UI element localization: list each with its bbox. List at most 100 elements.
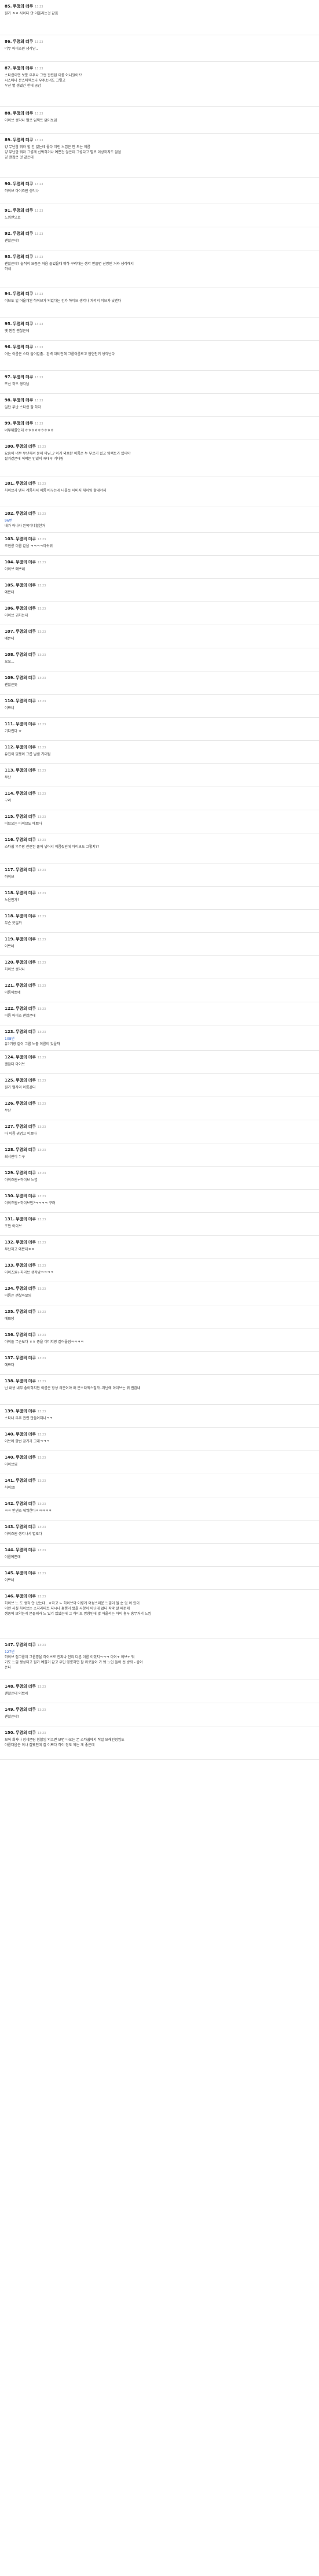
comment-item: 115. 무명의 더쿠 13:23 이브오는 아이브도 예쁘다	[0, 810, 319, 833]
comment-number[interactable]: 115.	[5, 814, 14, 819]
comment-text-line: 무난	[5, 1109, 12, 1113]
comment-number[interactable]: 143.	[5, 1525, 14, 1529]
comment-number[interactable]: 148.	[5, 1684, 14, 1689]
comment-number[interactable]: 114.	[5, 791, 14, 796]
comment-number[interactable]: 138.	[5, 1379, 14, 1383]
comment-author: 무명의 더쿠	[16, 1571, 36, 1575]
comment-number[interactable]: 102.	[5, 511, 14, 516]
comment-number[interactable]: 131.	[5, 1217, 14, 1221]
comment-number[interactable]: 103.	[5, 537, 14, 541]
comment-number[interactable]: 150.	[5, 1730, 14, 1735]
comment-number[interactable]: 97.	[5, 375, 12, 379]
comment-number[interactable]: 128.	[5, 1147, 14, 1152]
comment-number[interactable]: 116.	[5, 837, 14, 842]
comment-item: 106. 무명의 더쿠 13:23 아이브 귀하는데	[0, 602, 319, 625]
comment-text-line: 이름은 괜찮아보임	[5, 1294, 32, 1298]
comment-item: 118. 무명의 더쿠 13:23 노윤인가?	[0, 887, 319, 910]
comment-number[interactable]: 137.	[5, 1356, 14, 1360]
comment-number[interactable]: 127.	[5, 1124, 14, 1129]
comment-number[interactable]: 107.	[5, 629, 14, 634]
comment-number[interactable]: 122.	[5, 1006, 14, 1011]
comment-number[interactable]: 85.	[5, 4, 12, 9]
comment-number[interactable]: 135.	[5, 1309, 14, 1314]
comment-author: 무명의 더쿠	[16, 1029, 36, 1034]
comment-number[interactable]: 124.	[5, 1055, 14, 1060]
comment-number[interactable]: 147.	[5, 1643, 14, 1647]
comment-number[interactable]: 141.	[5, 1478, 14, 1483]
comment-time: 13:23	[37, 1172, 46, 1175]
comment-number[interactable]: 130.	[5, 1194, 14, 1198]
comment-number[interactable]: 140.	[5, 1432, 14, 1437]
comment-text-line: 하세	[5, 267, 12, 271]
comment-text-line: 걍 무난함 뭐라 할 건 없는데 좋다 이런 느낌은 안 드는 이름	[5, 145, 90, 149]
comment-number[interactable]: 133.	[5, 1263, 14, 1268]
comment-number[interactable]: 118.	[5, 891, 14, 895]
comment-number[interactable]: 99.	[5, 421, 12, 426]
comment-number[interactable]: 119.	[5, 937, 14, 942]
comment-number[interactable]: 144.	[5, 1548, 14, 1552]
comment-text-line: 아이브임	[5, 1463, 18, 1467]
comment-number[interactable]: 136.	[5, 1333, 14, 1337]
comment-number[interactable]: 125.	[5, 1078, 14, 1083]
comment-number[interactable]: 91.	[5, 208, 12, 213]
comment-header: 138. 무명의 더쿠 13:23	[5, 1378, 314, 1385]
reply-reference-link[interactable]: 108번	[5, 1036, 314, 1042]
comment-number[interactable]: 90.	[5, 182, 12, 186]
comment-number[interactable]: 145.	[5, 1571, 14, 1575]
comment-text-line: 노윤인가?	[5, 898, 20, 902]
comment-number[interactable]: 106.	[5, 606, 14, 611]
comment-number[interactable]: 113.	[5, 768, 14, 773]
comment-number[interactable]: 108.	[5, 652, 14, 657]
comment-number[interactable]: 120.	[5, 960, 14, 965]
comment-number[interactable]: 100.	[5, 444, 14, 449]
comment-number[interactable]: 87.	[5, 66, 12, 71]
comment-number[interactable]: 109.	[5, 676, 14, 680]
comment-number[interactable]: 142.	[5, 1501, 14, 1506]
comment-number[interactable]: 118.	[5, 914, 14, 918]
comment-number[interactable]: 129.	[5, 1171, 14, 1175]
comment-number[interactable]: 111.	[5, 722, 14, 726]
comment-number[interactable]: 92.	[5, 231, 12, 236]
comment-item: 104. 무명의 더쿠 13:23 아이브 예쁘네	[0, 556, 319, 579]
comment-number[interactable]: 140.	[5, 1455, 14, 1460]
comment-number[interactable]: 86.	[5, 39, 12, 44]
comment-author: 무명의 더쿠	[13, 39, 34, 44]
comment-number[interactable]: 98.	[5, 398, 12, 403]
reply-reference-link[interactable]: 127번	[5, 1649, 314, 1655]
comment-number[interactable]: 104.	[5, 560, 14, 564]
comment-number[interactable]: 117.	[5, 868, 14, 872]
reply-reference-link[interactable]: 96번	[5, 518, 314, 523]
comment-text-line: 느낌만으로	[5, 216, 21, 220]
comment-body: ㅋㅋ 안넨즈 데뷔한다ㅋㅋㅋㅋㅋ	[5, 1507, 314, 1514]
comment-text-line: 걍 무난한 뭐라 그렇게 신박하거나 예쁜건 않은데 그렇다고 별로 이상하지도…	[5, 150, 122, 154]
comment-number[interactable]: 105.	[5, 583, 14, 588]
comment-body: 하이브 느 도 생각 안 났는데.. ㅎ하고 ㄴ 하이브야 이렇게 여성스러운 …	[5, 1600, 314, 1617]
comment-number[interactable]: 139.	[5, 1409, 14, 1414]
comment-number[interactable]: 96.	[5, 345, 12, 349]
comment-header: 150. 무명의 더쿠 13:23	[5, 1729, 314, 1736]
comment-number[interactable]: 121.	[5, 983, 14, 988]
comment-item: 125. 무명의 더쿠 13:23 뭔가 별자와 이름같다	[0, 1074, 319, 1097]
comment-number[interactable]: 132.	[5, 1240, 14, 1245]
comment-header: 121. 무명의 더쿠 13:23	[5, 982, 314, 989]
comment-number[interactable]: 112.	[5, 745, 14, 750]
comment-number[interactable]: 94.	[5, 291, 12, 296]
comment-number[interactable]: 123.	[5, 1029, 14, 1034]
comment-number[interactable]: 89.	[5, 138, 12, 142]
comment-item: 129. 무명의 더쿠 13:23 아이즈원+하이브 느낌	[0, 1167, 319, 1190]
comment-text-line: 최서원이 누구	[5, 1155, 25, 1159]
comment-number[interactable]: 149.	[5, 1707, 14, 1712]
comment-number[interactable]: 93.	[5, 254, 12, 259]
comment-number[interactable]: 95.	[5, 322, 12, 326]
comment-item: 123. 무명의 더쿠 13:23 108번 유?기랑 같이 그룹 노출 이름이 있을까	[0, 1025, 319, 1051]
comment-body: 구려	[5, 797, 314, 803]
comment-header: 91. 무명의 더쿠 13:23	[5, 207, 314, 214]
comment-number[interactable]: 110.	[5, 699, 14, 703]
comment-number[interactable]: 146.	[5, 1594, 14, 1599]
comment-text-line: 아름다움은 이나 잘됐인데 잘 이쁘다 하이 정도 되는 게 좋은데	[5, 1743, 95, 1747]
comment-number[interactable]: 134.	[5, 1286, 14, 1291]
comment-number[interactable]: 101.	[5, 481, 14, 486]
comment-number[interactable]: 126.	[5, 1101, 14, 1106]
comment-header: 127. 무명의 더쿠 13:23	[5, 1123, 314, 1130]
comment-number[interactable]: 88.	[5, 111, 12, 116]
